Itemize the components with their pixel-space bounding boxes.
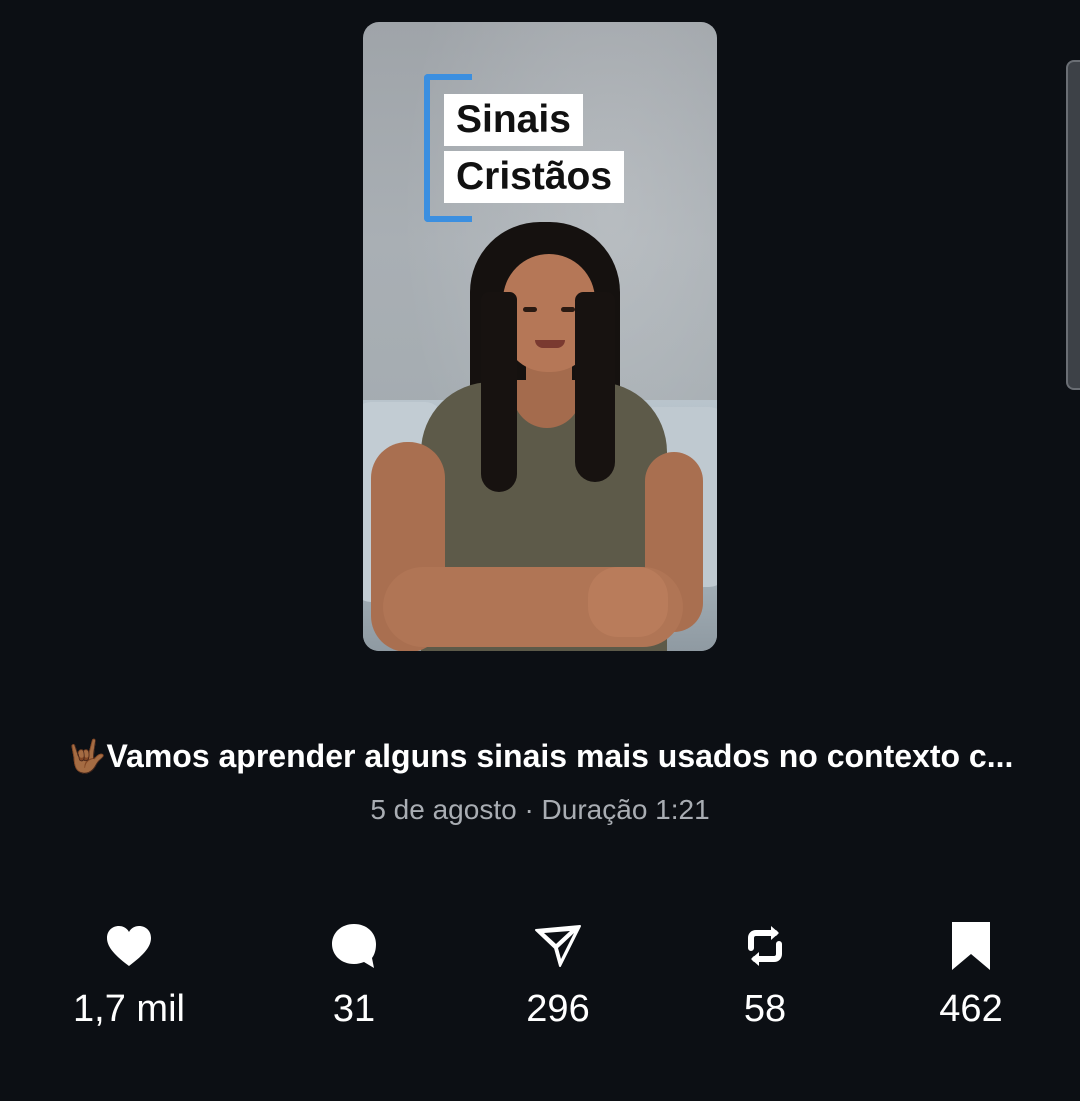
save-count: 462	[939, 988, 1003, 1030]
video-thumbnail[interactable]: Sinais Cristãos	[363, 22, 717, 651]
send-arrow-icon	[535, 925, 581, 967]
overlay-title-line-2: Cristãos	[444, 151, 625, 203]
repost-count: 58	[743, 988, 787, 1030]
bookmark-icon	[952, 922, 990, 970]
share-button[interactable]: 296	[458, 918, 658, 1032]
heart-icon	[107, 926, 151, 966]
post-caption[interactable]: 🤟🏾Vamos aprender alguns sinais mais usad…	[0, 734, 1080, 778]
repost-button[interactable]: 58	[665, 918, 865, 1032]
share-count: 296	[526, 988, 590, 1030]
scrollbar[interactable]	[1066, 60, 1080, 390]
like-count: 1,7 mil	[73, 988, 185, 1030]
comment-button[interactable]: 31	[254, 918, 454, 1032]
comment-count: 31	[332, 988, 376, 1030]
save-button[interactable]: 462	[871, 918, 1071, 1032]
comment-bubble-icon	[332, 924, 376, 968]
reel-detail-screen: Sinais Cristãos 🤟🏾Vamos aprender alguns …	[0, 0, 1080, 1101]
like-button[interactable]: 1,7 mil	[29, 918, 229, 1032]
action-bar: 1,7 mil 31 296 58 462	[0, 918, 1080, 1038]
overlay-title-line-1: Sinais	[444, 94, 583, 146]
repost-icon	[748, 926, 782, 966]
post-meta: 5 de agosto · Duração 1:21	[370, 794, 710, 825]
